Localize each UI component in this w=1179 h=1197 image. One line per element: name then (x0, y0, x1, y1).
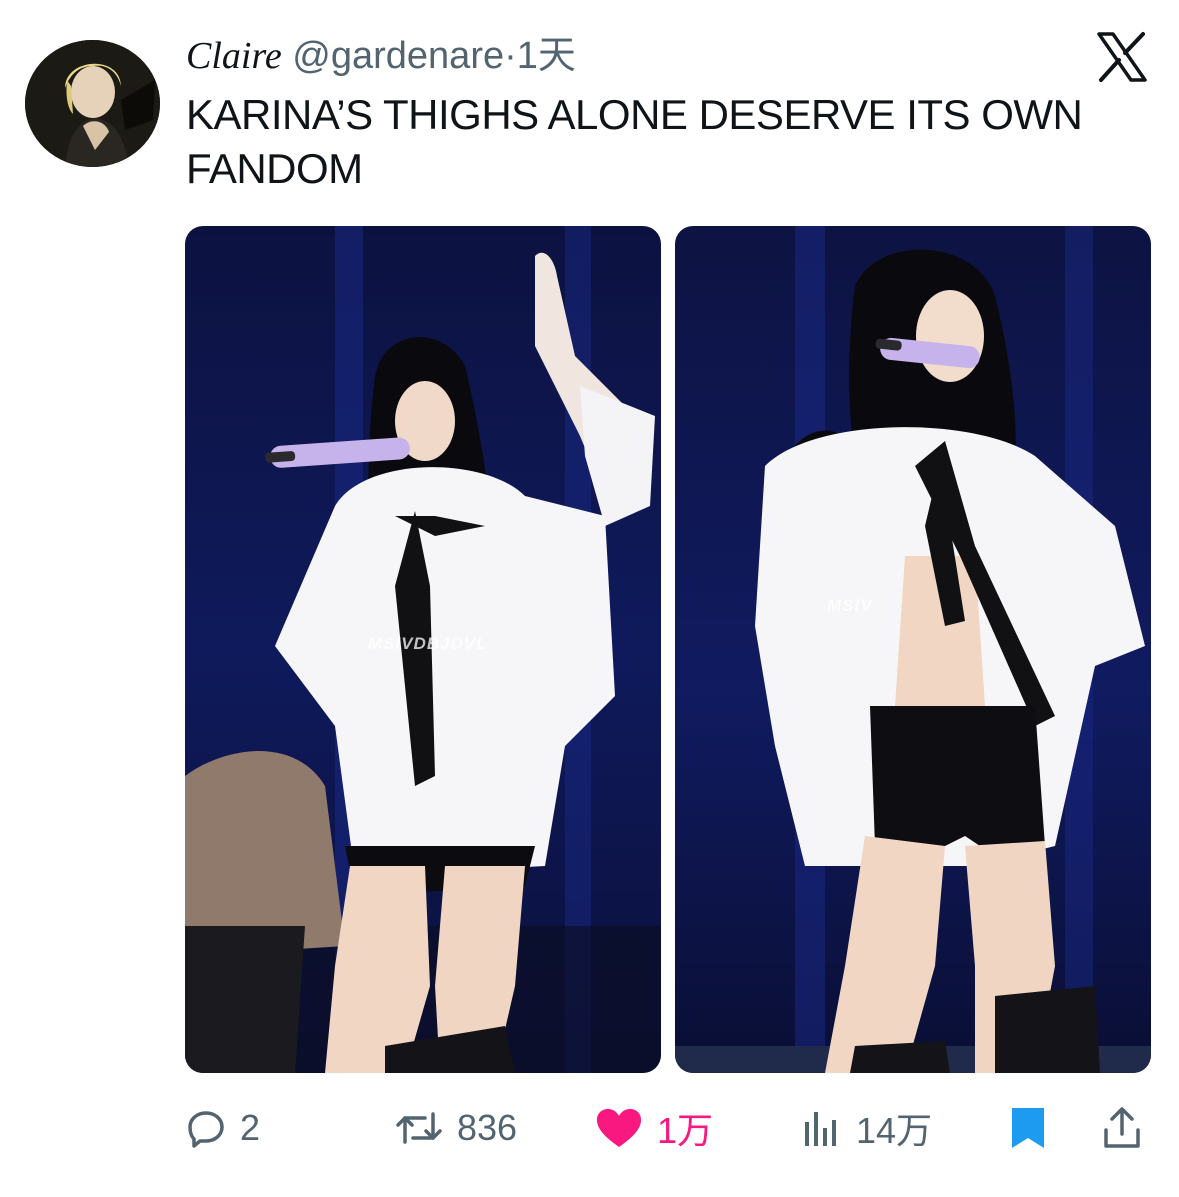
reply-button[interactable]: 2 (186, 1100, 260, 1156)
post-text: KARINA’S THIGHS ALONE DESERVE ITS OWN FA… (186, 91, 1083, 192)
avatar-image (25, 40, 160, 167)
reply-count: 2 (240, 1107, 261, 1148)
post-time[interactable]: 1天 (517, 35, 576, 77)
watermark-text: MSIV (827, 596, 873, 615)
author-name[interactable]: Claire (186, 35, 282, 77)
reply-icon (188, 1111, 224, 1148)
repost-icon (396, 1112, 442, 1144)
share-button[interactable] (1102, 1100, 1142, 1156)
views-count: 14万 (856, 1110, 933, 1151)
like-count: 1万 (657, 1110, 714, 1151)
views-icon (805, 1112, 836, 1146)
repost-count: 836 (457, 1107, 518, 1148)
watermark-text: MSIVDBJDVL (368, 634, 488, 653)
share-icon (1104, 1107, 1140, 1148)
bookmark-button[interactable] (1008, 1100, 1048, 1156)
views-button[interactable]: 14万 (802, 1100, 932, 1156)
repost-button[interactable]: 836 (395, 1100, 517, 1156)
avatar[interactable] (25, 40, 160, 167)
x-logo-icon[interactable] (1095, 30, 1149, 84)
post-header: Claire @gardenare·1天 (186, 30, 576, 82)
bookmark-icon (1012, 1108, 1044, 1148)
separator-dot: · (504, 35, 517, 77)
action-bar: 2 836 1万 14万 (0, 1100, 1179, 1160)
performer-photo-2 (675, 226, 1151, 1073)
media-image-1[interactable]: MSIVDBJDVL (185, 226, 661, 1073)
author-handle[interactable]: @gardenare (292, 35, 504, 77)
heart-icon (597, 1109, 641, 1147)
media-image-2[interactable]: MSIV (675, 226, 1151, 1073)
like-button[interactable]: 1万 (595, 1100, 713, 1156)
